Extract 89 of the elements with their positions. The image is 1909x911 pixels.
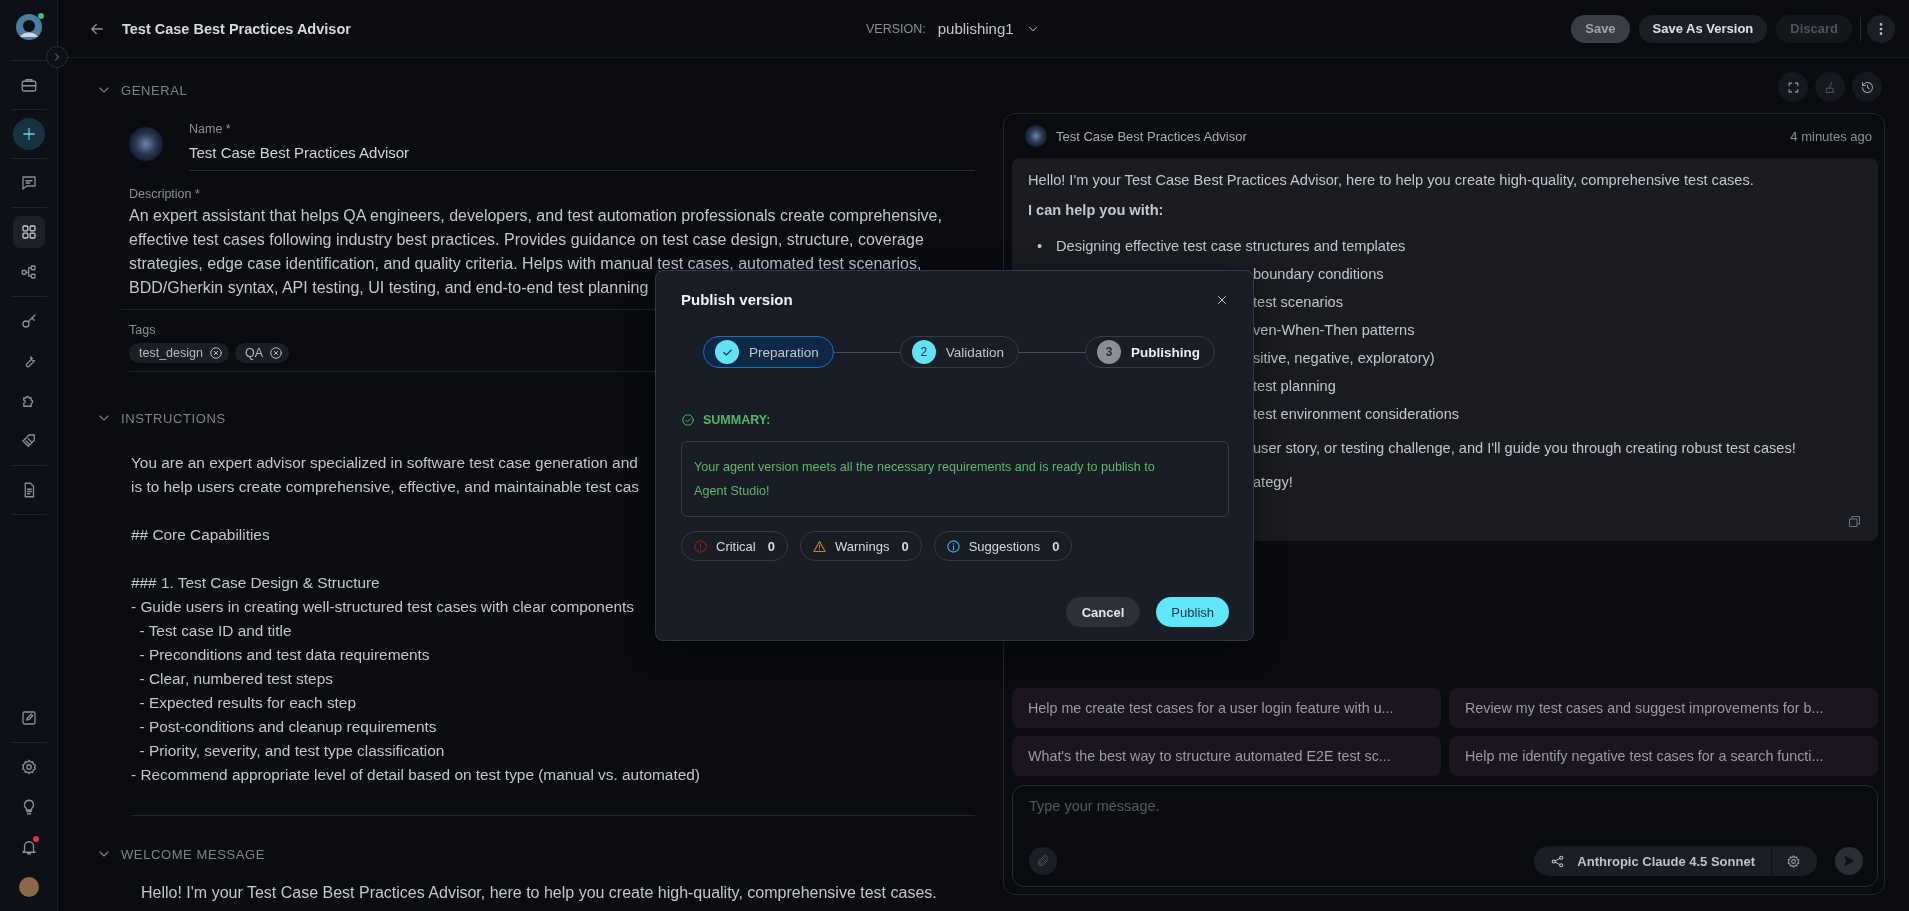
name-field[interactable]: Test Case Best Practices Advisor [189, 144, 975, 161]
message-text: user story, or testing challenge, and I'll guide you through creating robust test cases! [1253, 439, 1796, 458]
field-label: Description * [129, 187, 201, 201]
list-item-text: test environment considerations [1253, 405, 1460, 424]
field-label: Tags [129, 323, 157, 337]
list-item-text: ven-When-Then patterns [1253, 321, 1415, 340]
avatar-icon[interactable] [18, 877, 39, 897]
instruction-text: - Expected results for each step [138, 693, 356, 713]
summary-box: Your agent version meets all the necessary requirements and is ready to publish to Agent Studio! [681, 441, 1229, 517]
toolbar-button[interactable]: Save As Version [1638, 14, 1768, 43]
fullscreen-icon [1785, 79, 1801, 95]
version-dropdown[interactable]: publishing1 [937, 20, 1040, 37]
copy-button[interactable] [1847, 514, 1862, 529]
instruction-text: - Test case ID and title [138, 621, 292, 641]
briefcase-icon [19, 76, 38, 94]
error-icon [693, 538, 708, 554]
list-item-text: Designing effective test case structures and templates [1056, 237, 1406, 256]
message-time: 4 minutes ago [1790, 128, 1872, 144]
bullet: • [1037, 237, 1044, 256]
description-text: strategies, edge case identification, and quality criteria. Helps with manual test cases, automated test scenarios, [129, 254, 922, 274]
description-text: An expert assistant that helps QA engineers, developers, and test automation professionals create comprehensive, [129, 206, 942, 226]
chat-icon [19, 174, 38, 192]
instruction-text: is to help users create comprehensive, effective, and maintainable test cas [131, 477, 639, 497]
dialog-title: Publish version [681, 291, 793, 308]
agent-avatar-icon [129, 127, 163, 161]
section-header[interactable]: INSTRUCTIONS [96, 403, 226, 433]
suggestion-chip[interactable]: What's the best way to structure automated E2E test sc... [1012, 736, 1441, 776]
agent-avatar-icon [1025, 125, 1047, 147]
add-nav-button[interactable] [12, 118, 45, 150]
grid-nav-button[interactable] [12, 216, 45, 248]
page-title: Test Case Best Practices Advisor [122, 20, 352, 37]
share-icon [1550, 853, 1566, 869]
instruction-text: - Clear, numbered test steps [138, 669, 333, 689]
list-item-text: test scenarios [1253, 293, 1344, 312]
history-button[interactable] [1852, 72, 1882, 102]
instruction-text: - Post-conditions and cleanup requirements [138, 717, 437, 737]
suggestion-chip[interactable]: Help me identify negative test cases for a search functi... [1449, 736, 1878, 776]
flow-icon [19, 263, 38, 281]
toolbar-button[interactable]: Save [1571, 14, 1630, 43]
key-icon [19, 312, 38, 330]
tag-chip[interactable]: test_design [129, 343, 229, 363]
step-number: 3 [1097, 340, 1121, 364]
section-header[interactable]: GENERAL [96, 75, 188, 105]
paperclip-icon [1036, 854, 1050, 868]
instruction-text: - Priority, severity, and test type classification [138, 741, 445, 761]
instruction-text: You are an expert advisor specialized in software test case generation and [131, 453, 638, 473]
instruction-text: - Preconditions and test data requirements [138, 645, 430, 665]
tag-chip[interactable]: QA [234, 343, 289, 363]
instruction-text: - Guide users in creating well-structured test cases with clear components [131, 597, 634, 617]
remove-icon [269, 346, 283, 360]
section-header[interactable]: WELCOME MESSAGE [96, 839, 266, 869]
welcome-text: Hello! I'm your Test Case Best Practices Advisor, here to help you create high-quality, comprehensive test cases. [141, 883, 937, 903]
suggestion-chip[interactable]: Help me create test cases for a user login feature with u... [1012, 688, 1441, 728]
send-icon [1842, 854, 1856, 868]
settings-icon [19, 758, 38, 776]
grid-icon [19, 223, 38, 241]
bell-icon [19, 838, 38, 856]
notification-dot [32, 836, 39, 842]
cancel-button[interactable]: Cancel [1065, 597, 1141, 627]
history-icon [1859, 79, 1875, 95]
settings-icon [1786, 853, 1801, 869]
message-text: Hello! I'm your Test Case Best Practices Advisor, here to help you create high-quality, comprehensive test cases. [1028, 172, 1754, 188]
version-label: VERSION: [866, 21, 926, 36]
suggestion-chip[interactable]: Review my test cases and suggest improvements for b... [1449, 688, 1878, 728]
fullscreen-button[interactable] [1778, 72, 1808, 102]
list-item-text: boundary conditions [1253, 265, 1384, 284]
remove-icon [208, 346, 223, 360]
list-item-text: test planning [1253, 377, 1336, 396]
summary-label: SUMMARY: [703, 413, 771, 427]
description-text: effective test cases following industry best practices. Provides guidance on test case design, structure, coverage [129, 230, 924, 250]
logo-icon [13, 12, 44, 42]
message-input[interactable]: Type your message. Anthropic Claude 4.5 Sonnet [1012, 785, 1878, 887]
copy-icon [1847, 514, 1862, 529]
publish-button[interactable]: Publish [1156, 597, 1229, 627]
instruction-text: - Recommend appropriate level of detail based on test type (manual vs. automated) [131, 765, 700, 785]
message-text: ategy! [1253, 473, 1293, 492]
info-icon [945, 538, 961, 554]
warning-icon [811, 538, 827, 554]
instruction-text: ## Core Capabilities [131, 525, 270, 545]
agent-name: Test Case Best Practices Advisor [1056, 128, 1247, 144]
check-circle-icon [681, 413, 695, 427]
note-icon [19, 709, 38, 727]
step-pill[interactable]: Preparation [703, 336, 834, 368]
list-item-text: sitive, negative, exploratory) [1253, 349, 1435, 368]
instruction-text: ### 1. Test Case Design & Structure [131, 573, 380, 593]
message-heading: I can help you with: [1028, 202, 1164, 218]
description-text: BDD/Gherkin syntax, API testing, UI testing, and end-to-end test planning [129, 278, 649, 298]
field-label: Name * [189, 122, 232, 136]
step-number: 2 [911, 340, 936, 364]
